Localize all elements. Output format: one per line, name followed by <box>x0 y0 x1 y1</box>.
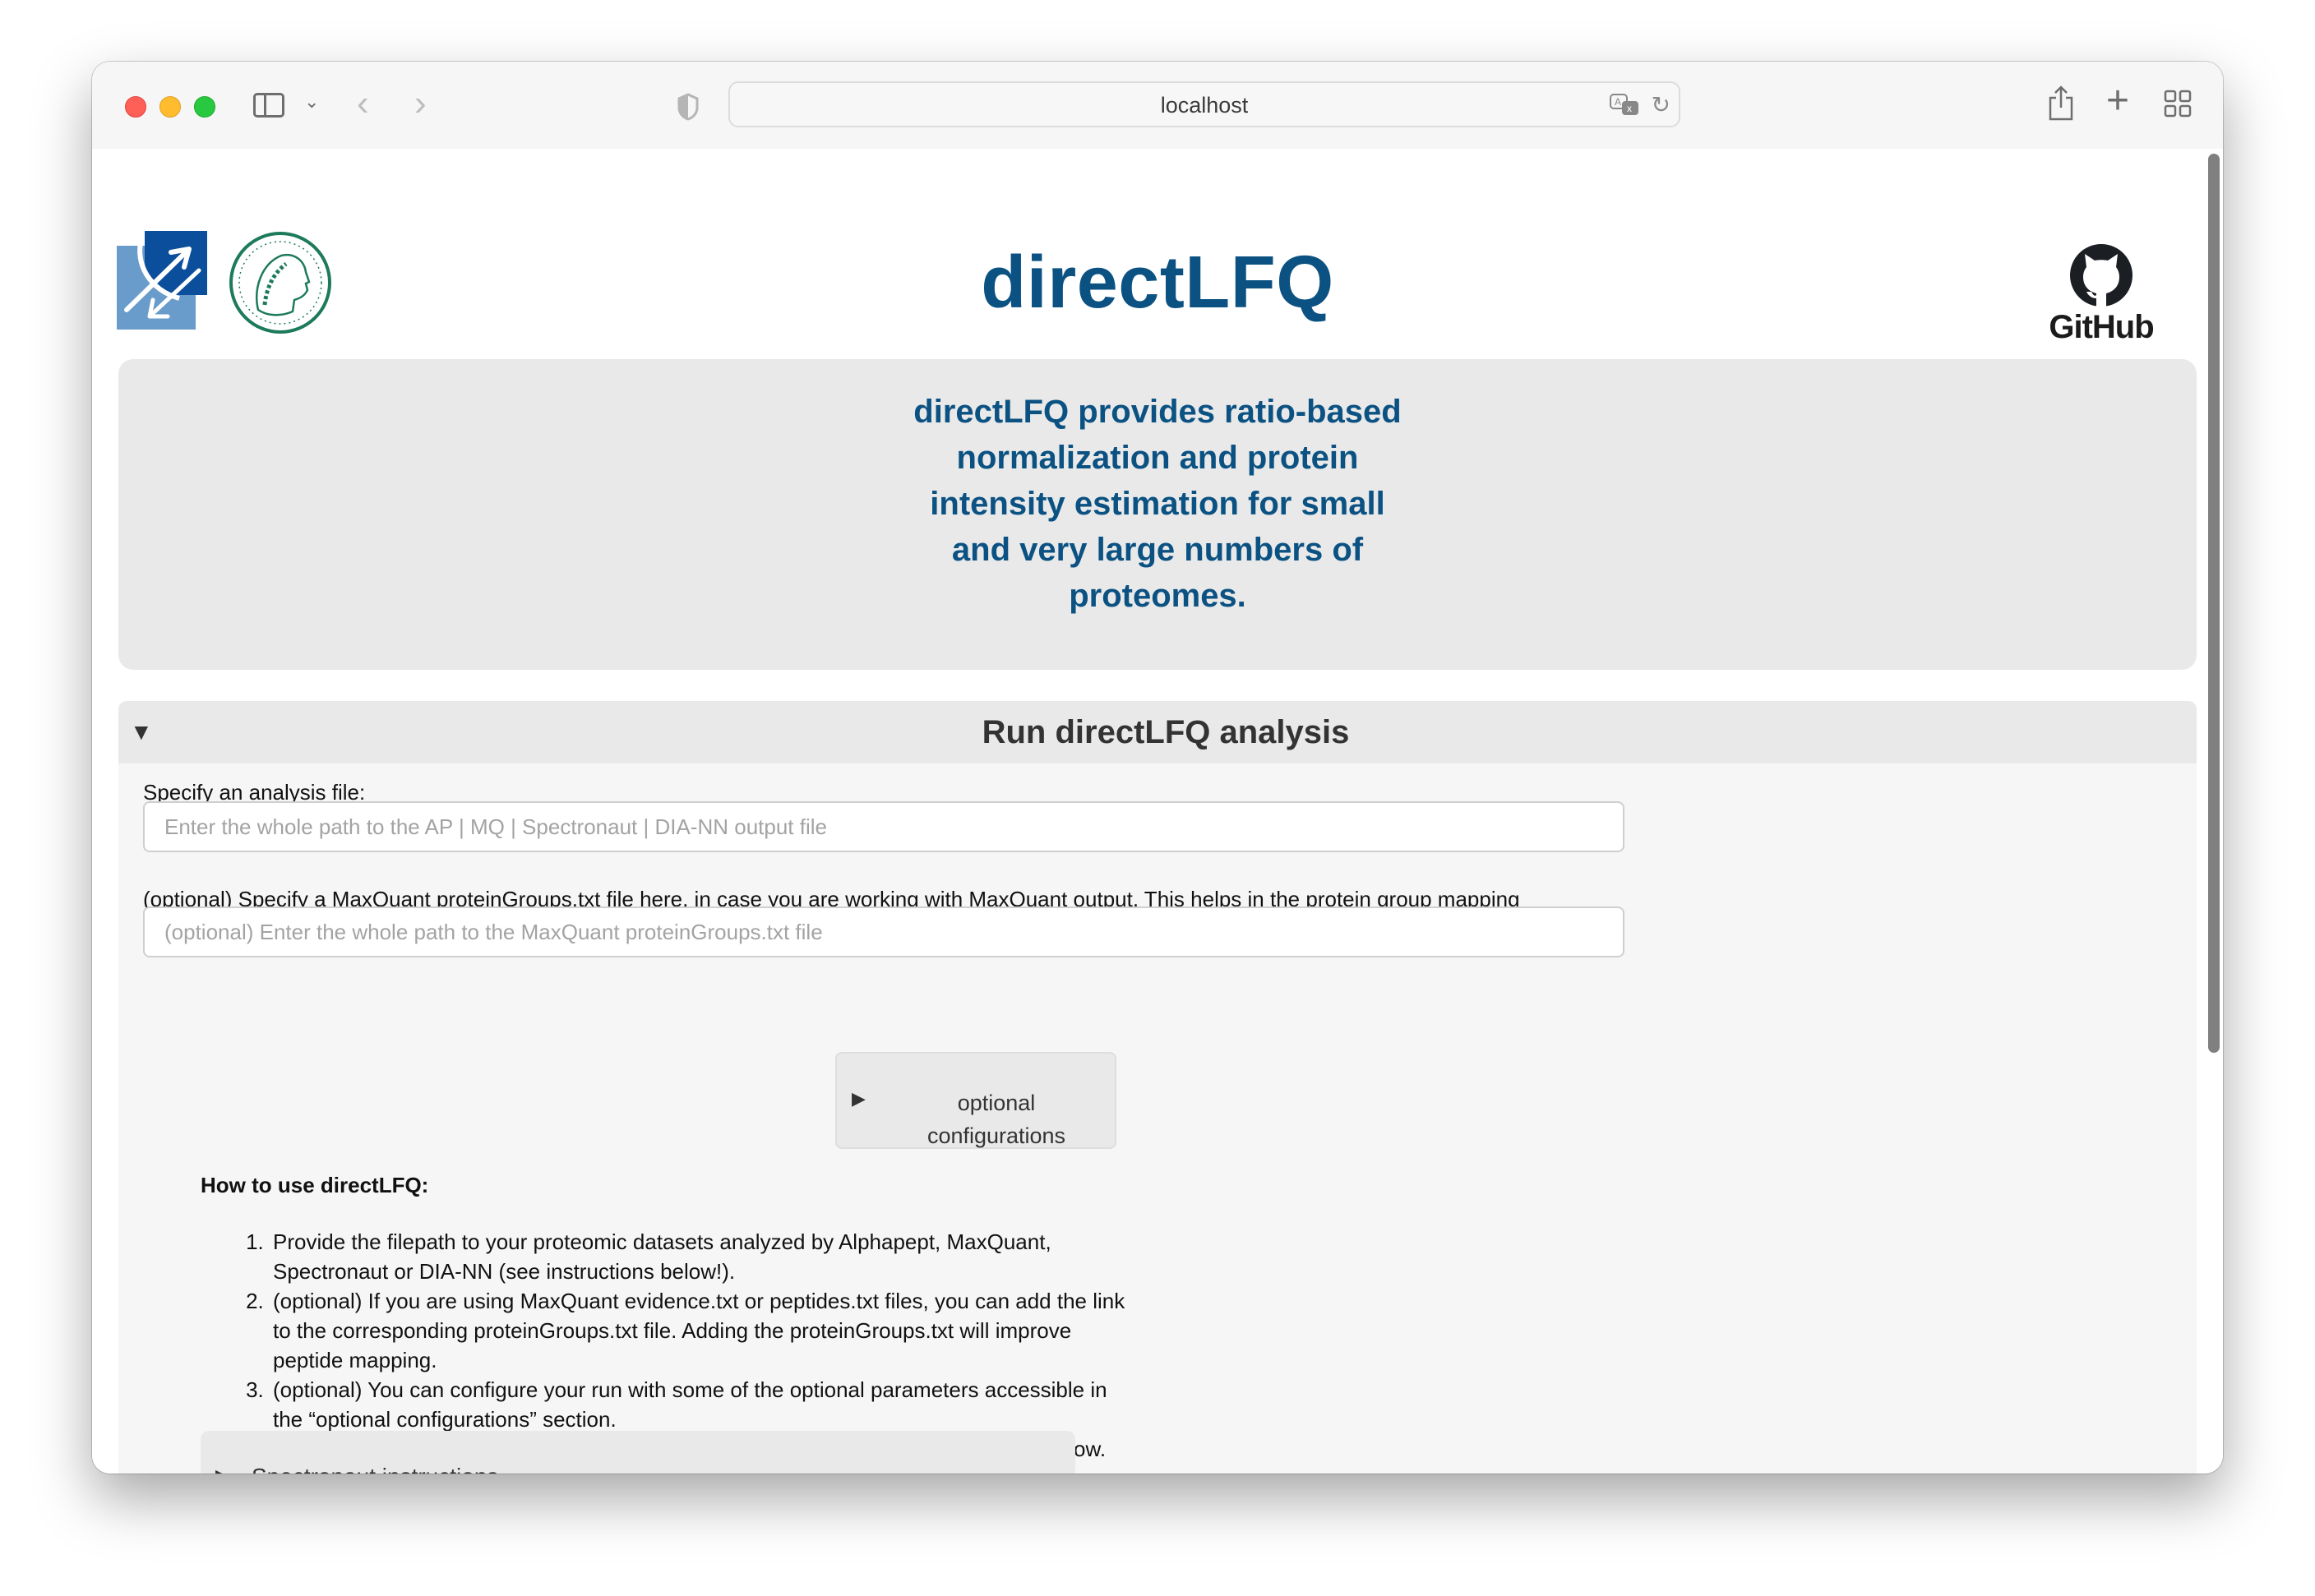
reload-icon[interactable]: ↻ <box>1652 91 1670 118</box>
github-link[interactable]: GitHub <box>2044 242 2159 346</box>
how-to-step: Provide the filepath to your proteomic d… <box>270 1227 1141 1286</box>
run-analysis-accordion-header[interactable]: ▼ Run directLFQ analysis <box>118 701 2197 763</box>
how-to-title: How to use directLFQ: <box>201 1173 429 1197</box>
plus-icon[interactable]: + <box>2106 78 2129 123</box>
protein-groups-input[interactable] <box>143 906 1624 957</box>
shield-icon[interactable] <box>677 93 699 121</box>
optional-configurations-label: optional configurations <box>926 1091 1066 1148</box>
description-banner: directLFQ provides ratio-based normaliza… <box>118 359 2197 670</box>
optional-configurations-toggle[interactable]: ▶ optional configurations <box>835 1052 1116 1149</box>
how-to-step: (optional) If you are using MaxQuant evi… <box>270 1286 1141 1375</box>
run-analysis-title: Run directLFQ analysis <box>982 714 1350 750</box>
sidebar-icon[interactable] <box>253 93 284 118</box>
address-bar[interactable]: localhost A x ↻ <box>728 81 1680 127</box>
spectronaut-instructions-label: Spectronaut instructions <box>252 1464 498 1474</box>
page-title: directLFQ <box>981 242 1334 324</box>
svg-text:x: x <box>1627 103 1632 114</box>
svg-text:A: A <box>1615 96 1621 108</box>
github-label: GitHub <box>2049 309 2154 345</box>
analysis-file-input[interactable] <box>143 801 1624 852</box>
how-to-step: (optional) You can configure your run wi… <box>270 1375 1141 1434</box>
translate-icon[interactable]: A x <box>1610 93 1641 118</box>
chevron-down-icon[interactable]: ⌄ <box>304 91 319 113</box>
github-icon <box>2070 244 2132 307</box>
page-content: directLFQ GitHub directLFQ provides rati… <box>92 149 2223 1474</box>
chevron-right-icon[interactable]: › <box>414 83 427 124</box>
grid-icon[interactable] <box>2164 90 2192 118</box>
browser-toolbar: ⌄ ‹ › localhost A x ↻ + <box>92 62 2223 150</box>
zoom-window-button[interactable] <box>194 96 215 118</box>
browser-window: ⌄ ‹ › localhost A x ↻ + directLFQ GitHub… <box>92 62 2223 1474</box>
chevron-left-icon[interactable]: ‹ <box>357 83 369 124</box>
caret-right-icon: ▶ <box>852 1088 866 1109</box>
caret-right-icon: ▶ <box>215 1465 229 1474</box>
share-icon[interactable] <box>2047 85 2075 121</box>
minimize-window-button[interactable] <box>159 96 181 118</box>
close-window-button[interactable] <box>125 96 146 118</box>
how-to-steps: Provide the filepath to your proteomic d… <box>232 1227 1141 1464</box>
spectronaut-instructions-toggle[interactable]: ▶ Spectronaut instructions <box>201 1431 1075 1474</box>
description-text: directLFQ provides ratio-based normaliza… <box>913 394 1402 614</box>
address-text: localhost <box>1160 93 1249 118</box>
